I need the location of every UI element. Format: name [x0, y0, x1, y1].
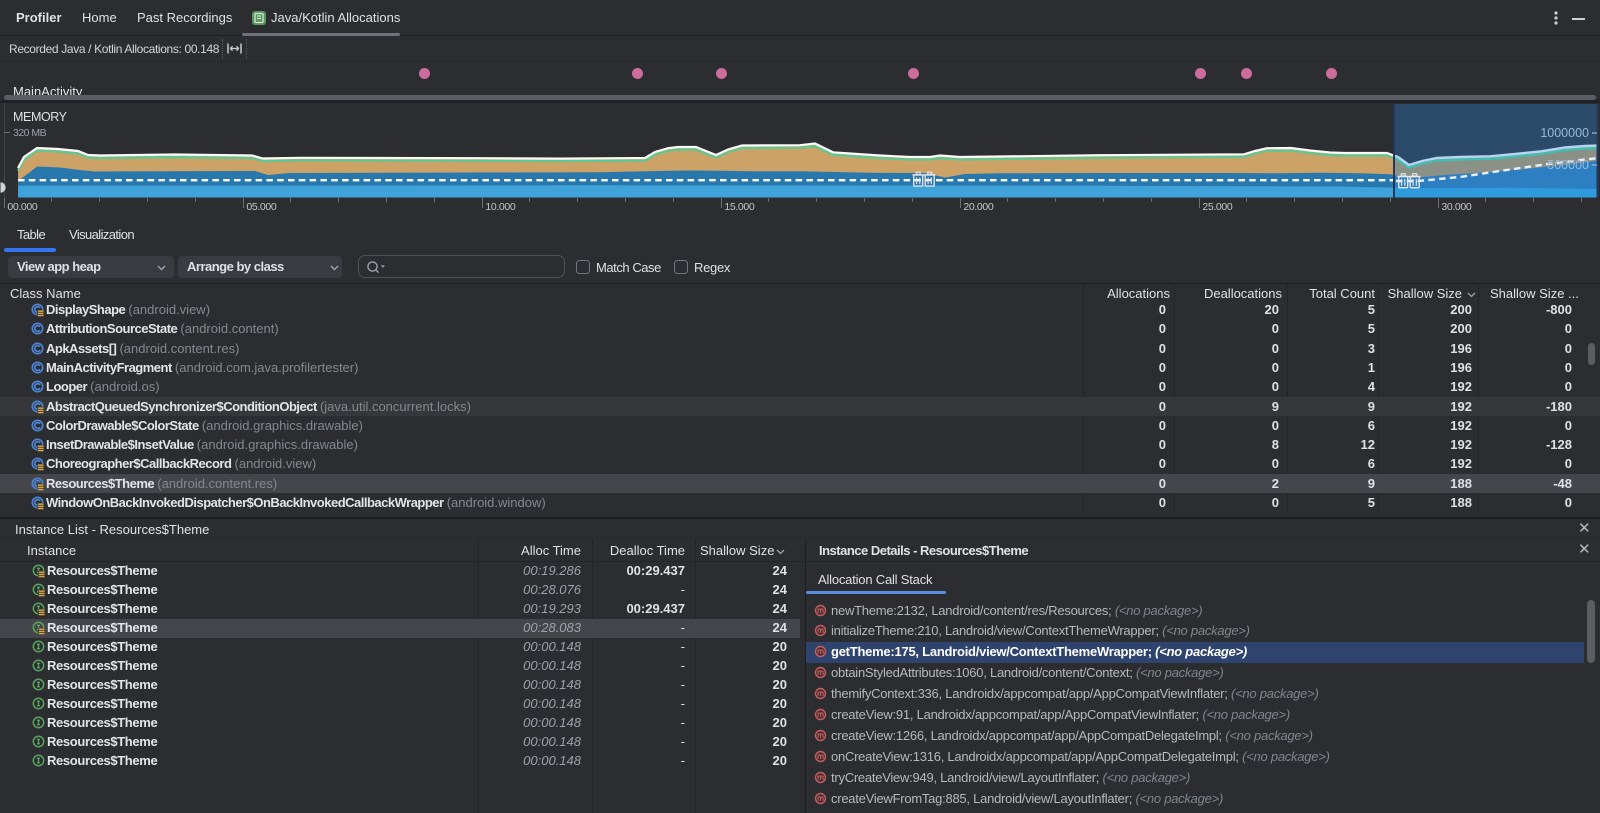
svg-text:1000000: 1000000 [1540, 126, 1589, 140]
svg-text:500000: 500000 [1547, 158, 1589, 172]
